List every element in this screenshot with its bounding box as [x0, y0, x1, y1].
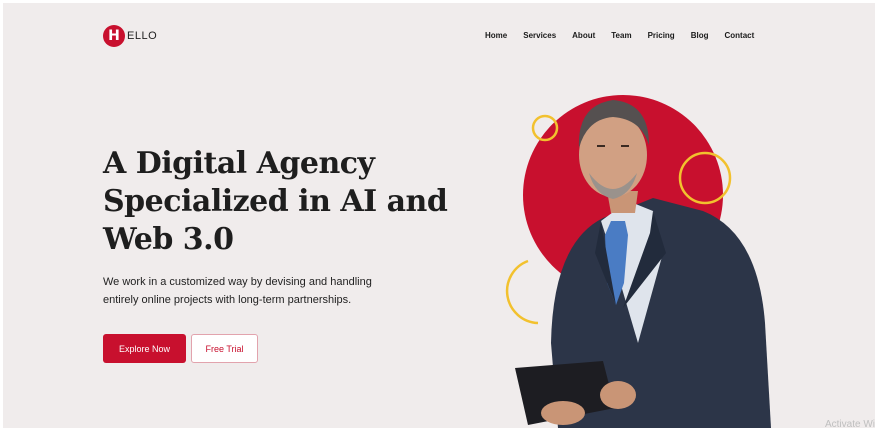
hero-title: A Digital Agency Specialized in AI and W… — [103, 145, 483, 259]
nav-contact[interactable]: Contact — [724, 31, 754, 40]
hero-title-line-1: A Digital Agency — [103, 146, 375, 181]
landing-page: H ELLO Home Services About Team Pricing … — [3, 3, 875, 428]
free-trial-button[interactable]: Free Trial — [191, 334, 258, 363]
main-nav: Home Services About Team Pricing Blog Co… — [485, 31, 770, 40]
nav-services[interactable]: Services — [523, 31, 556, 40]
hero-title-line-3: Web 3.0 — [103, 222, 234, 257]
yellow-ring-partial — [505, 259, 539, 325]
nav-team[interactable]: Team — [611, 31, 631, 40]
brand-name: ELLO — [127, 30, 158, 42]
hero-illustration — [505, 95, 771, 428]
logo-badge-icon: H — [103, 25, 125, 47]
hero-desc-line-1: We work in a customized way by devising … — [103, 276, 372, 288]
nav-pricing[interactable]: Pricing — [648, 31, 675, 40]
nav-home[interactable]: Home — [485, 31, 507, 40]
nav-about[interactable]: About — [572, 31, 595, 40]
brand-logo[interactable]: H ELLO — [103, 25, 157, 47]
nav-blog[interactable]: Blog — [691, 31, 709, 40]
hero-description: We work in a customized way by devising … — [103, 273, 433, 309]
hero-title-line-2: Specialized in AI and — [103, 184, 448, 219]
hero-desc-line-2: entirely online projects with long-term … — [103, 294, 352, 306]
activate-windows-watermark: Activate Wi — [824, 419, 875, 428]
explore-now-button[interactable]: Explore Now — [103, 334, 186, 363]
